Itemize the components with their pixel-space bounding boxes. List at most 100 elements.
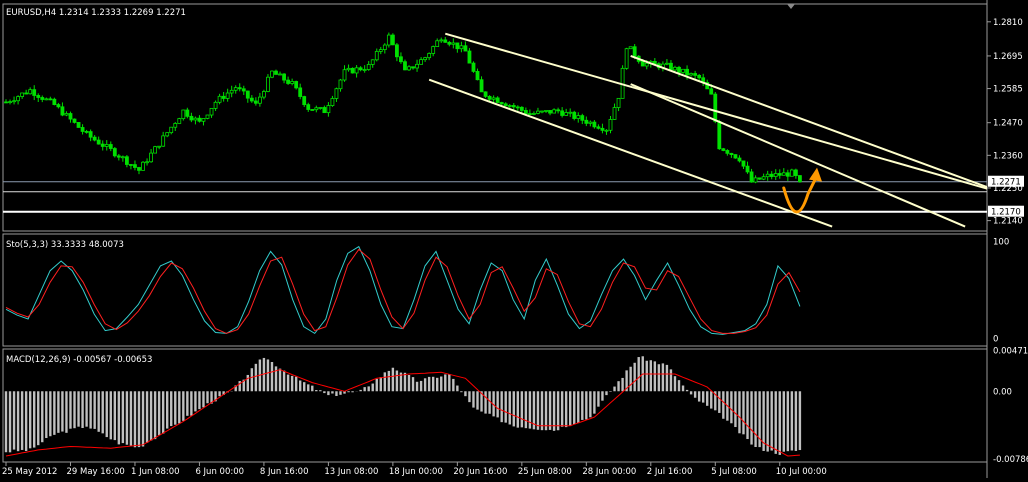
candle-body <box>108 144 113 149</box>
candle-body <box>44 98 49 101</box>
time-tick-label: 25 Jun 08:00 <box>518 467 572 477</box>
candle-body <box>266 76 270 92</box>
candle-body <box>96 139 101 145</box>
candle-body <box>628 46 633 50</box>
candle-body <box>378 49 383 52</box>
candle-body <box>338 79 343 90</box>
candle-body <box>386 34 391 46</box>
candle-body <box>580 115 585 121</box>
candle-body <box>278 73 282 76</box>
price-tick-label: 1.2140 <box>993 217 1023 227</box>
candle-body <box>306 104 311 110</box>
candle-body <box>20 92 25 97</box>
second-channel-middle <box>630 83 966 228</box>
stochastic-main-line <box>5 245 801 335</box>
candle-body <box>761 176 766 180</box>
candle-body <box>725 150 730 154</box>
candle-body <box>681 68 685 73</box>
candle-body <box>588 121 593 124</box>
candle-body <box>294 81 299 89</box>
time-tick-label: 2 Jul 16:00 <box>647 467 693 477</box>
candle-body <box>60 106 65 116</box>
candle-body <box>346 67 351 71</box>
symbol-header: EURUSD,H4 1.2314 1.2333 1.2269 1.2271 <box>6 8 186 18</box>
candle-body <box>475 70 480 81</box>
chart-canvas[interactable]: 1.28101.26951.25851.24701.23601.22501.21… <box>0 0 1028 478</box>
macd-tick-label: -0.00786 <box>993 455 1028 465</box>
candle-body <box>165 132 170 137</box>
macd-tick-label: 0.00 <box>993 387 1012 397</box>
candle-body <box>145 161 149 164</box>
candle-body <box>76 122 81 128</box>
candle-body <box>225 92 230 99</box>
candle-body <box>709 88 714 95</box>
candle-body <box>205 114 210 119</box>
candle-body <box>189 115 194 121</box>
candle-body <box>92 136 97 141</box>
candle-body <box>604 129 609 132</box>
time-tick-label: 29 May 16:00 <box>66 467 124 477</box>
candle-body <box>495 97 500 103</box>
candle-body <box>137 167 141 171</box>
candle-body <box>104 144 109 147</box>
candle-body <box>40 97 45 100</box>
candle-body <box>612 107 617 120</box>
candle-body <box>745 165 750 173</box>
candle-body <box>685 68 689 76</box>
candle-body <box>84 131 89 133</box>
candle-body <box>584 119 589 124</box>
candle-body <box>556 109 561 112</box>
candle-body <box>370 59 375 65</box>
candle-body <box>32 89 37 96</box>
candle-body <box>270 70 274 78</box>
candle-body <box>592 121 597 128</box>
horizontal-lines <box>3 181 987 213</box>
candle-body <box>201 118 206 122</box>
candle-body <box>286 79 291 84</box>
candle-body <box>669 62 673 71</box>
candle-body <box>773 173 778 177</box>
candle-body <box>125 156 129 165</box>
candle-body <box>169 126 174 134</box>
candle-body <box>302 96 307 106</box>
candle-body <box>28 89 33 95</box>
candle-body <box>141 161 145 171</box>
candle-body <box>237 87 242 90</box>
candle-body <box>548 110 552 114</box>
candle-body <box>12 100 16 103</box>
candle-body <box>415 63 419 69</box>
candle-body <box>395 44 399 58</box>
candle-body <box>765 173 770 178</box>
candle-body <box>536 110 540 114</box>
candle-body <box>326 105 331 114</box>
chart-window[interactable]: 1.2810 1.2695 1.2585 1.2470 1.2360 1.2250 1.21… <box>0 0 1028 478</box>
candle-body <box>511 105 516 108</box>
candle-body <box>149 152 153 163</box>
candle-body <box>471 62 476 72</box>
price-bars <box>4 32 802 184</box>
price-tick-label: 1.2360 <box>993 151 1023 161</box>
candle-body <box>229 89 234 94</box>
time-tick-label: 6 Jun 00:00 <box>195 467 244 477</box>
candle-body <box>185 109 190 117</box>
candle-body <box>713 93 718 122</box>
price-marker-label: 1.2271 <box>991 178 1021 188</box>
time-tick-label: 10 Jul 00:00 <box>776 467 827 477</box>
candle-body <box>262 91 266 98</box>
candle-body <box>443 39 448 43</box>
price-tick-label: 1.2810 <box>993 18 1023 28</box>
candle-body <box>624 48 629 69</box>
candle-body <box>544 110 548 112</box>
candle-body <box>519 106 524 111</box>
candle-body <box>129 164 133 166</box>
stochastic-tick-label: 100 <box>993 238 1009 248</box>
candle-body <box>334 88 339 99</box>
candle-body <box>463 45 468 52</box>
candle-body <box>568 111 573 114</box>
candle-body <box>717 121 722 150</box>
arrow-head <box>809 167 823 182</box>
scroll-marker-icon[interactable] <box>787 4 795 9</box>
candle-body <box>507 105 512 107</box>
candle-body <box>153 146 158 154</box>
channel-lines[interactable] <box>428 32 1005 228</box>
